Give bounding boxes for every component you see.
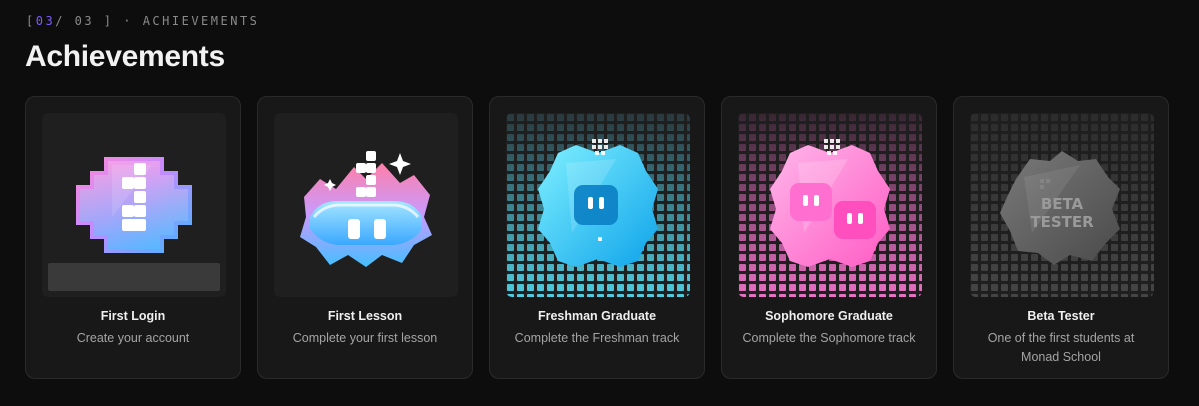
achievement-card-beta-tester[interactable]: BETA TESTER Beta Tester One of the first…: [953, 96, 1169, 379]
achievement-description: Create your account: [76, 331, 190, 345]
achievement-card-first-lesson[interactable]: First Lesson Complete your first lesson: [257, 96, 473, 379]
achievement-card-freshman-graduate[interactable]: Freshman Graduate Complete the Freshman …: [489, 96, 705, 379]
achievement-name: Freshman Graduate: [537, 309, 657, 323]
badge-art: [274, 113, 458, 297]
pink-blue-cloud-badge-icon: [300, 151, 432, 267]
badge-text-line-1: BETA: [1041, 195, 1084, 213]
badge-text-line-2: TESTER: [1030, 213, 1094, 231]
achievement-name: Beta Tester: [1027, 309, 1095, 323]
gray-beta-tester-badge-icon: BETA TESTER: [970, 113, 1154, 297]
achievement-description: Complete your first lesson: [292, 331, 438, 345]
achievement-card-first-login[interactable]: First Login Create your account: [25, 96, 241, 379]
badge-art: BETA TESTER: [970, 113, 1154, 297]
achievement-description: One of the first students at Monad Schoo…: [987, 331, 1135, 364]
achievement-card-sophomore-graduate[interactable]: Sophomore Graduate Complete the Sophomor…: [721, 96, 937, 379]
badge-art: [506, 113, 690, 297]
page-title: Achievements: [25, 40, 225, 73]
pink-graduate-badge-icon: [738, 113, 922, 297]
achievement-name: First Login: [100, 309, 166, 323]
pink-blue-cross-badge-icon: [48, 157, 220, 291]
achievement-description: Complete the Sophomore track: [742, 331, 916, 345]
achievement-name: Sophomore Graduate: [765, 309, 893, 323]
cyan-graduate-badge-icon: [506, 113, 690, 297]
section-eyebrow: [03/ 03 ] · ACHIEVEMENTS: [26, 14, 260, 28]
achievement-description: Complete the Freshman track: [514, 331, 680, 345]
badge-art: [738, 113, 922, 297]
badge-art: [42, 113, 226, 297]
section-index: 03: [35, 14, 56, 28]
achievements-grid: First Login Create your account First Le…: [25, 96, 1169, 379]
achievement-name: First Lesson: [327, 309, 403, 323]
